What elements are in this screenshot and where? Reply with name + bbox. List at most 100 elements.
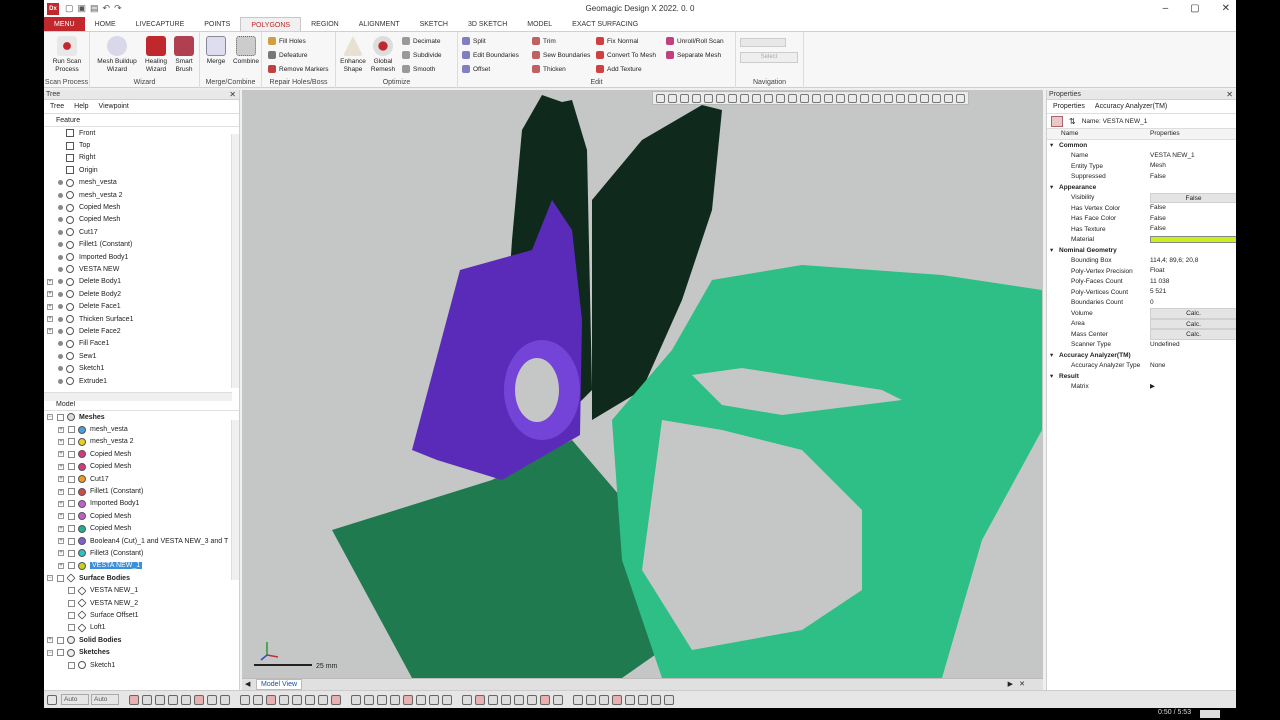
global-remesh-button[interactable]: Global Remesh [368,36,398,74]
status-tool-icon[interactable] [403,694,413,705]
feature-tree-item[interactable]: Top [44,139,239,151]
tab-3d-sketch[interactable]: 3D SKETCH [458,17,517,31]
expand-icon[interactable]: + [47,278,53,285]
sew-boundaries-button[interactable]: Sew Boundaries [532,51,590,59]
status-tool-icon[interactable] [220,694,230,705]
status-tool-icon[interactable] [351,694,361,705]
feature-tree-item[interactable]: Sew1 [44,350,239,362]
view-tool-icon[interactable] [728,93,737,103]
model-tree-item[interactable]: + Copied Mesh [44,448,239,460]
tab-close-icon[interactable]: ✕ [1019,680,1025,688]
maximize-icon[interactable]: ▢ [1190,0,1199,17]
visibility-icon[interactable] [58,366,63,372]
visibility-checkbox[interactable] [68,611,75,619]
visibility-checkbox[interactable] [68,512,75,520]
status-tool-icon[interactable] [429,694,439,705]
collapse-icon[interactable]: ▾ [1050,141,1053,149]
model-tree-item[interactable]: VESTA NEW_1 [44,584,239,596]
model-tree-item[interactable]: VESTA NEW_2 [44,597,239,609]
visibility-icon[interactable] [58,341,63,347]
visibility-checkbox[interactable] [68,426,75,434]
property-row[interactable]: Poly-Vertices Count 5 521 [1047,287,1236,298]
tab-menu[interactable]: MENU [44,17,85,31]
collapse-icon[interactable]: ▾ [1050,246,1053,254]
expand-icon[interactable]: + [58,426,64,433]
undo-icon[interactable]: ↶ [103,3,111,14]
status-tool-icon[interactable] [155,694,165,705]
navigation-select[interactable]: Select [740,52,798,63]
remove-markers-button[interactable]: Remove Markers [268,65,328,73]
tab-model[interactable]: MODEL [517,17,562,31]
visibility-checkbox[interactable] [57,413,64,421]
status-tool-icon[interactable] [638,694,648,705]
view-tool-icon[interactable] [944,93,953,103]
expand-icon[interactable]: + [47,291,53,298]
visibility-icon[interactable] [58,205,63,211]
tab-home[interactable]: HOME [85,17,126,31]
tab-tree[interactable]: Tree [50,103,64,110]
expand-icon[interactable]: + [58,438,64,445]
status-tool-icon[interactable] [625,694,635,705]
status-tool-icon[interactable] [488,694,498,705]
feature-tree-item[interactable]: Copied Mesh [44,214,239,226]
split-button[interactable]: Split [462,37,486,45]
tab-scroll-right-icon[interactable]: ▶ [1008,680,1013,688]
property-value[interactable]: False [1150,192,1236,203]
decimate-button[interactable]: Decimate [402,37,440,45]
save-icon[interactable]: ▤ [90,3,99,14]
feature-tree-item[interactable]: Sketch1 [44,362,239,374]
sort-alpha-icon[interactable]: ⇅ [1069,117,1076,126]
property-category[interactable]: ▾ Accuracy Analyzer(TM) [1047,350,1236,361]
visibility-icon[interactable] [58,217,63,223]
expand-icon[interactable]: + [58,562,64,569]
status-tool-icon[interactable] [181,694,191,705]
visibility-checkbox[interactable] [68,475,75,483]
visibility-checkbox[interactable] [68,624,75,632]
visibility-icon[interactable] [58,242,63,248]
model-tree-item[interactable]: Loft1 [44,622,239,634]
status-tool-icon[interactable] [292,694,302,705]
view-tool-icon[interactable] [800,93,809,103]
trim-button[interactable]: Trim [532,37,556,45]
expand-icon[interactable]: + [58,513,64,520]
property-row[interactable]: Accuracy Analyzer Type None [1047,361,1236,372]
property-value[interactable]: Calc. [1150,318,1236,329]
expand-icon[interactable]: − [47,649,53,656]
status-tool-icon[interactable] [553,694,563,705]
material-color-swatch[interactable] [1150,236,1236,244]
view-tool-icon[interactable] [812,93,821,103]
status-tool-icon[interactable] [318,694,328,705]
model-tree-item[interactable]: + Fillet3 (Constant) [44,547,239,559]
visibility-checkbox[interactable] [68,438,75,446]
feature-tree-item[interactable]: + Thicken Surface1 [44,313,239,325]
visibility-icon[interactable] [58,316,63,322]
visibility-icon[interactable] [58,279,63,285]
expand-icon[interactable]: + [58,500,64,507]
view-tool-icon[interactable] [956,93,965,103]
visibility-checkbox[interactable] [68,488,75,496]
model-tree-item[interactable]: + Copied Mesh [44,510,239,522]
view-tool-icon[interactable] [848,93,857,103]
view-tool-icon[interactable] [716,93,725,103]
expand-icon[interactable]: + [58,488,64,495]
redo-icon[interactable]: ↷ [114,3,122,14]
tab-points[interactable]: POINTS [194,17,240,31]
property-category[interactable]: ▾ Common [1047,140,1236,151]
status-tool-icon[interactable] [501,694,511,705]
close-icon[interactable]: ✕ [1222,0,1230,17]
property-category[interactable]: ▾ Result [1047,371,1236,382]
property-row[interactable]: Scanner Type Undefined [1047,340,1236,351]
property-row[interactable]: Matrix ▶ [1047,382,1236,393]
fix-normal-button[interactable]: Fix Normal [596,37,638,45]
property-row[interactable]: Material [1047,235,1236,246]
thicken-button[interactable]: Thicken [532,65,566,73]
combine-button[interactable]: Combine [231,36,261,66]
defeature-button[interactable]: Defeature [268,51,308,59]
property-row[interactable]: Has Face Color False [1047,214,1236,225]
view-tool-icon[interactable] [776,93,785,103]
visibility-checkbox[interactable] [68,549,75,557]
feature-tree-item[interactable]: VESTA NEW [44,263,239,275]
visibility-checkbox[interactable] [68,661,75,669]
sketches-group[interactable]: − Sketches [44,646,239,658]
property-row[interactable]: Has Vertex Color False [1047,203,1236,214]
